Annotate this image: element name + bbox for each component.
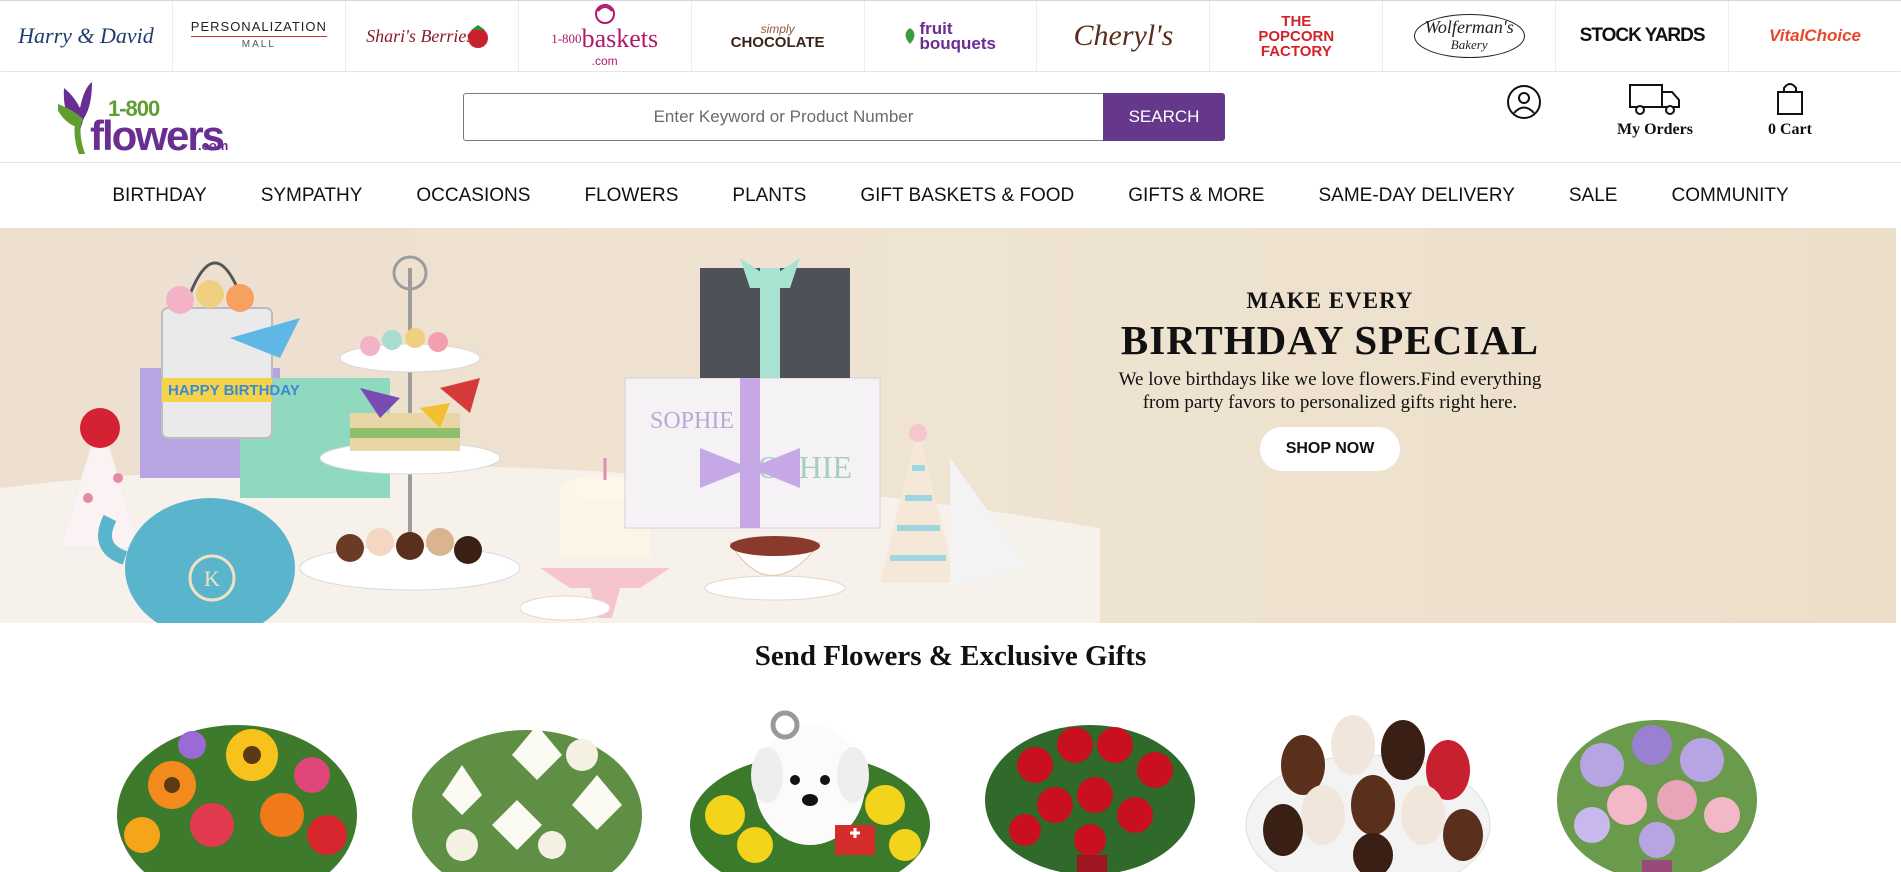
brand-label: THE POPCORN FACTORY (1258, 12, 1335, 60)
gift-name-1: SOPHIE (650, 408, 734, 434)
leaf-icon (905, 28, 915, 44)
search-bar: SEARCH (463, 93, 1225, 141)
brand-tld: .com (591, 53, 618, 68)
site-header: 1-800 flowers .com SEARCH My Orders (0, 72, 1901, 163)
brand-personalization-mall[interactable]: PERSONALIZATION MALL (173, 1, 346, 71)
brand-1800-baskets[interactable]: 1-800baskets .com (519, 1, 692, 71)
brand-label: fruit bouquets (919, 19, 996, 53)
nav-gifts-more[interactable]: GIFTS & MORE (1128, 185, 1264, 207)
main-nav: BIRTHDAY SYMPATHY OCCASIONS FLOWERS PLAN… (0, 163, 1901, 228)
section-title: Send Flowers & Exclusive Gifts (754, 640, 1147, 672)
brand-label: Cheryl's (1073, 19, 1174, 52)
hero-image: HAPPY BIRTHDAY K SOPHIE (0, 255, 1100, 623)
hero-kicker: MAKE EVERY (1246, 288, 1414, 313)
brand-label: 1-800baskets (551, 23, 659, 53)
search-input[interactable] (463, 93, 1103, 141)
brand-sublabel: MALL (190, 36, 327, 52)
product-dipped-strawberries[interactable] (1243, 705, 1493, 872)
search-button[interactable]: SEARCH (1103, 93, 1225, 141)
brand-sharis-berries[interactable]: Shari's Berries (346, 1, 519, 71)
my-orders-label: My Orders (1617, 121, 1693, 138)
hero-banner[interactable]: HAPPY BIRTHDAY K SOPHIE MAKE EVERY BIRTH… (0, 228, 1896, 623)
hero-description: We love birthdays like we love flowers.F… (1090, 368, 1570, 414)
hero-content: MAKE EVERY BIRTHDAY SPECIAL We love birt… (1090, 288, 1570, 471)
brand-label: Shari's Berries (366, 25, 474, 46)
nav-community[interactable]: COMMUNITY (1671, 185, 1788, 207)
brand-cheryls[interactable]: Cheryl's (1037, 1, 1211, 71)
product-row (0, 705, 1901, 872)
nav-sale[interactable]: SALE (1569, 185, 1618, 207)
nav-gift-baskets-food[interactable]: GIFT BASKETS & FOOD (860, 185, 1074, 207)
logo-tld: .com (198, 138, 229, 153)
brand-label: CHOCOLATE (730, 34, 825, 51)
brand-wolfermans[interactable]: Wolferman's Bakery (1383, 1, 1557, 71)
brand-sublabel: Bakery (1450, 37, 1488, 52)
brand-popcorn-factory[interactable]: THE POPCORN FACTORY (1210, 1, 1384, 71)
brand-vital-choice[interactable]: VitalChoice (1729, 1, 1901, 71)
product-mixed-bouquet[interactable] (112, 705, 362, 872)
brand-label: STOCK YARDS (1579, 25, 1706, 46)
truck-icon (1629, 84, 1680, 115)
brand-simply-chocolate[interactable]: simply CHOCOLATE (692, 1, 865, 71)
shop-now-button[interactable]: SHOP NOW (1259, 427, 1401, 471)
my-orders-button[interactable]: My Orders (1605, 82, 1705, 139)
product-pink-lavender-bouquet[interactable] (1532, 705, 1782, 872)
shopping-bag-icon (1777, 83, 1803, 115)
strawberry-icon (467, 25, 488, 48)
page: Harry & David PERSONALIZATION MALL Shari'… (0, 0, 1901, 872)
product-white-lilies[interactable] (402, 705, 652, 872)
account-button[interactable] (1506, 84, 1542, 120)
brand-stock-yards[interactable]: STOCK YARDS (1556, 1, 1730, 71)
hero-description-line2: from party favors to personalized gifts … (1142, 392, 1518, 413)
nav-birthday[interactable]: BIRTHDAY (112, 185, 206, 207)
tin-lettering: HAPPY BIRTHDAY (168, 382, 300, 399)
hero-title: BIRTHDAY SPECIAL (1120, 317, 1540, 363)
site-logo[interactable]: 1-800 flowers .com (58, 78, 229, 159)
nav-flowers[interactable]: FLOWERS (584, 185, 678, 207)
nav-same-day-delivery[interactable]: SAME-DAY DELIVERY (1318, 185, 1514, 207)
brand-label: Harry & David (18, 23, 154, 48)
cart-label: 0 Cart (1768, 121, 1812, 138)
basket-icon (594, 3, 615, 24)
brand-bar: Harry & David PERSONALIZATION MALL Shari'… (0, 0, 1901, 72)
mug-initial: K (204, 566, 220, 591)
nav-sympathy[interactable]: SYMPATHY (261, 185, 363, 207)
brand-fruit-bouquets[interactable]: fruit bouquets (865, 1, 1038, 71)
brand-harry-david[interactable]: Harry & David (0, 1, 173, 71)
user-icon (1507, 85, 1541, 119)
nav-plants[interactable]: PLANTS (732, 185, 806, 207)
cart-button[interactable]: 0 Cart (1755, 82, 1825, 139)
brand-label: PERSONALIZATION (190, 19, 327, 34)
product-red-roses[interactable] (965, 705, 1215, 872)
nav-occasions[interactable]: OCCASIONS (416, 185, 530, 207)
product-puppy-arrangement[interactable] (685, 705, 935, 872)
brand-label: VitalChoice (1769, 26, 1861, 45)
brand-label: Wolferman's (1424, 17, 1514, 37)
hero-description-line1: We love birthdays like we love flowers.F… (1118, 369, 1542, 390)
